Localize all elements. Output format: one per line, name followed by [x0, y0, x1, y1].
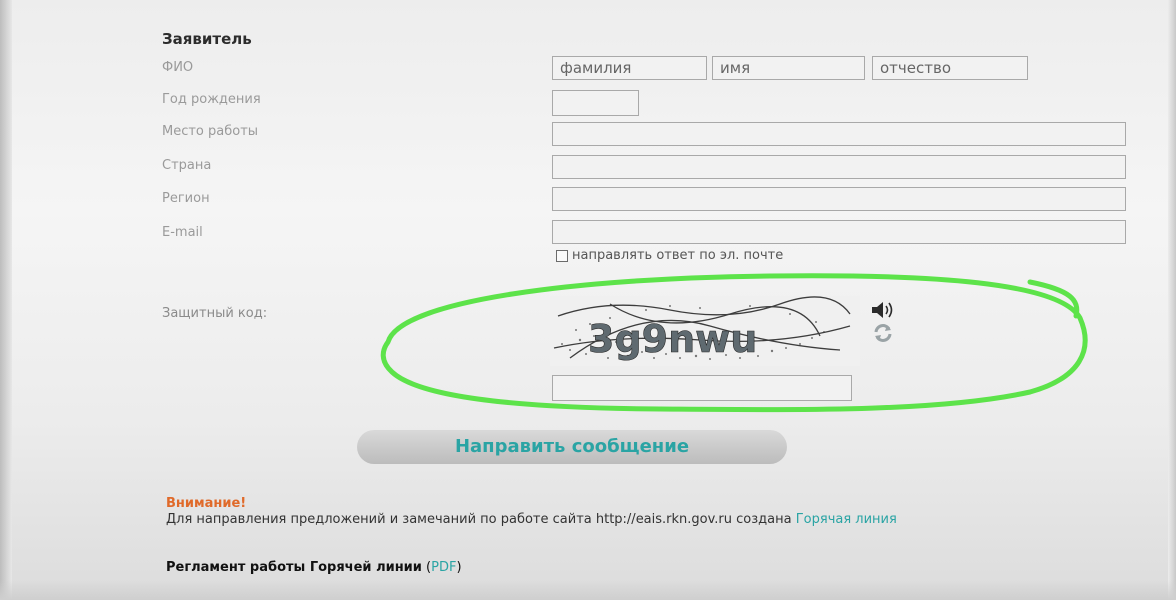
notice-text: Для направления предложений и замечаний … [166, 512, 1111, 527]
refresh-icon[interactable] [872, 322, 894, 344]
country-label: Страна [162, 158, 212, 173]
captcha-image: 3g9nwu [550, 296, 860, 366]
captcha-text: 3g9nwu [588, 317, 757, 361]
speaker-icon[interactable] [870, 300, 896, 320]
notice-heading: Внимание! [166, 496, 247, 511]
name-input[interactable]: имя [712, 56, 865, 80]
pdf-link[interactable]: PDF [431, 560, 456, 575]
email-reply-checkbox-label: направлять ответ по эл. почте [572, 248, 784, 263]
captcha-input[interactable] [552, 375, 852, 401]
captcha-label: Защитный код: [162, 306, 268, 321]
rules-open-paren: ( [421, 560, 432, 575]
birth-year-label: Год рождения [162, 92, 261, 107]
workplace-input[interactable] [552, 122, 1126, 146]
email-reply-checkbox[interactable] [556, 250, 568, 262]
hotline-link[interactable]: Горячая линия [796, 512, 897, 527]
country-input[interactable] [552, 155, 1126, 179]
rules-line: Регламент работы Горячей линии (PDF) [166, 560, 462, 575]
email-label: E-mail [162, 225, 203, 240]
patronymic-input[interactable]: отчество [872, 56, 1028, 80]
screen-edge [0, 0, 12, 600]
section-title: Заявитель [162, 30, 252, 48]
rules-close-paren: ) [456, 560, 462, 575]
surname-input[interactable]: фамилия [552, 56, 707, 80]
region-label: Регион [162, 191, 210, 206]
screen-edge [1168, 0, 1176, 600]
submit-button[interactable]: Направить сообщение [357, 430, 787, 464]
birth-year-input[interactable] [552, 90, 639, 116]
rules-text: Регламент работы Горячей линии [166, 560, 422, 575]
fio-label: ФИО [162, 60, 194, 75]
notice-body: Для направления предложений и замечаний … [166, 512, 796, 527]
email-input[interactable] [552, 220, 1126, 244]
region-input[interactable] [552, 187, 1126, 211]
screen-edge [0, 580, 1176, 600]
workplace-label: Место работы [162, 124, 259, 139]
